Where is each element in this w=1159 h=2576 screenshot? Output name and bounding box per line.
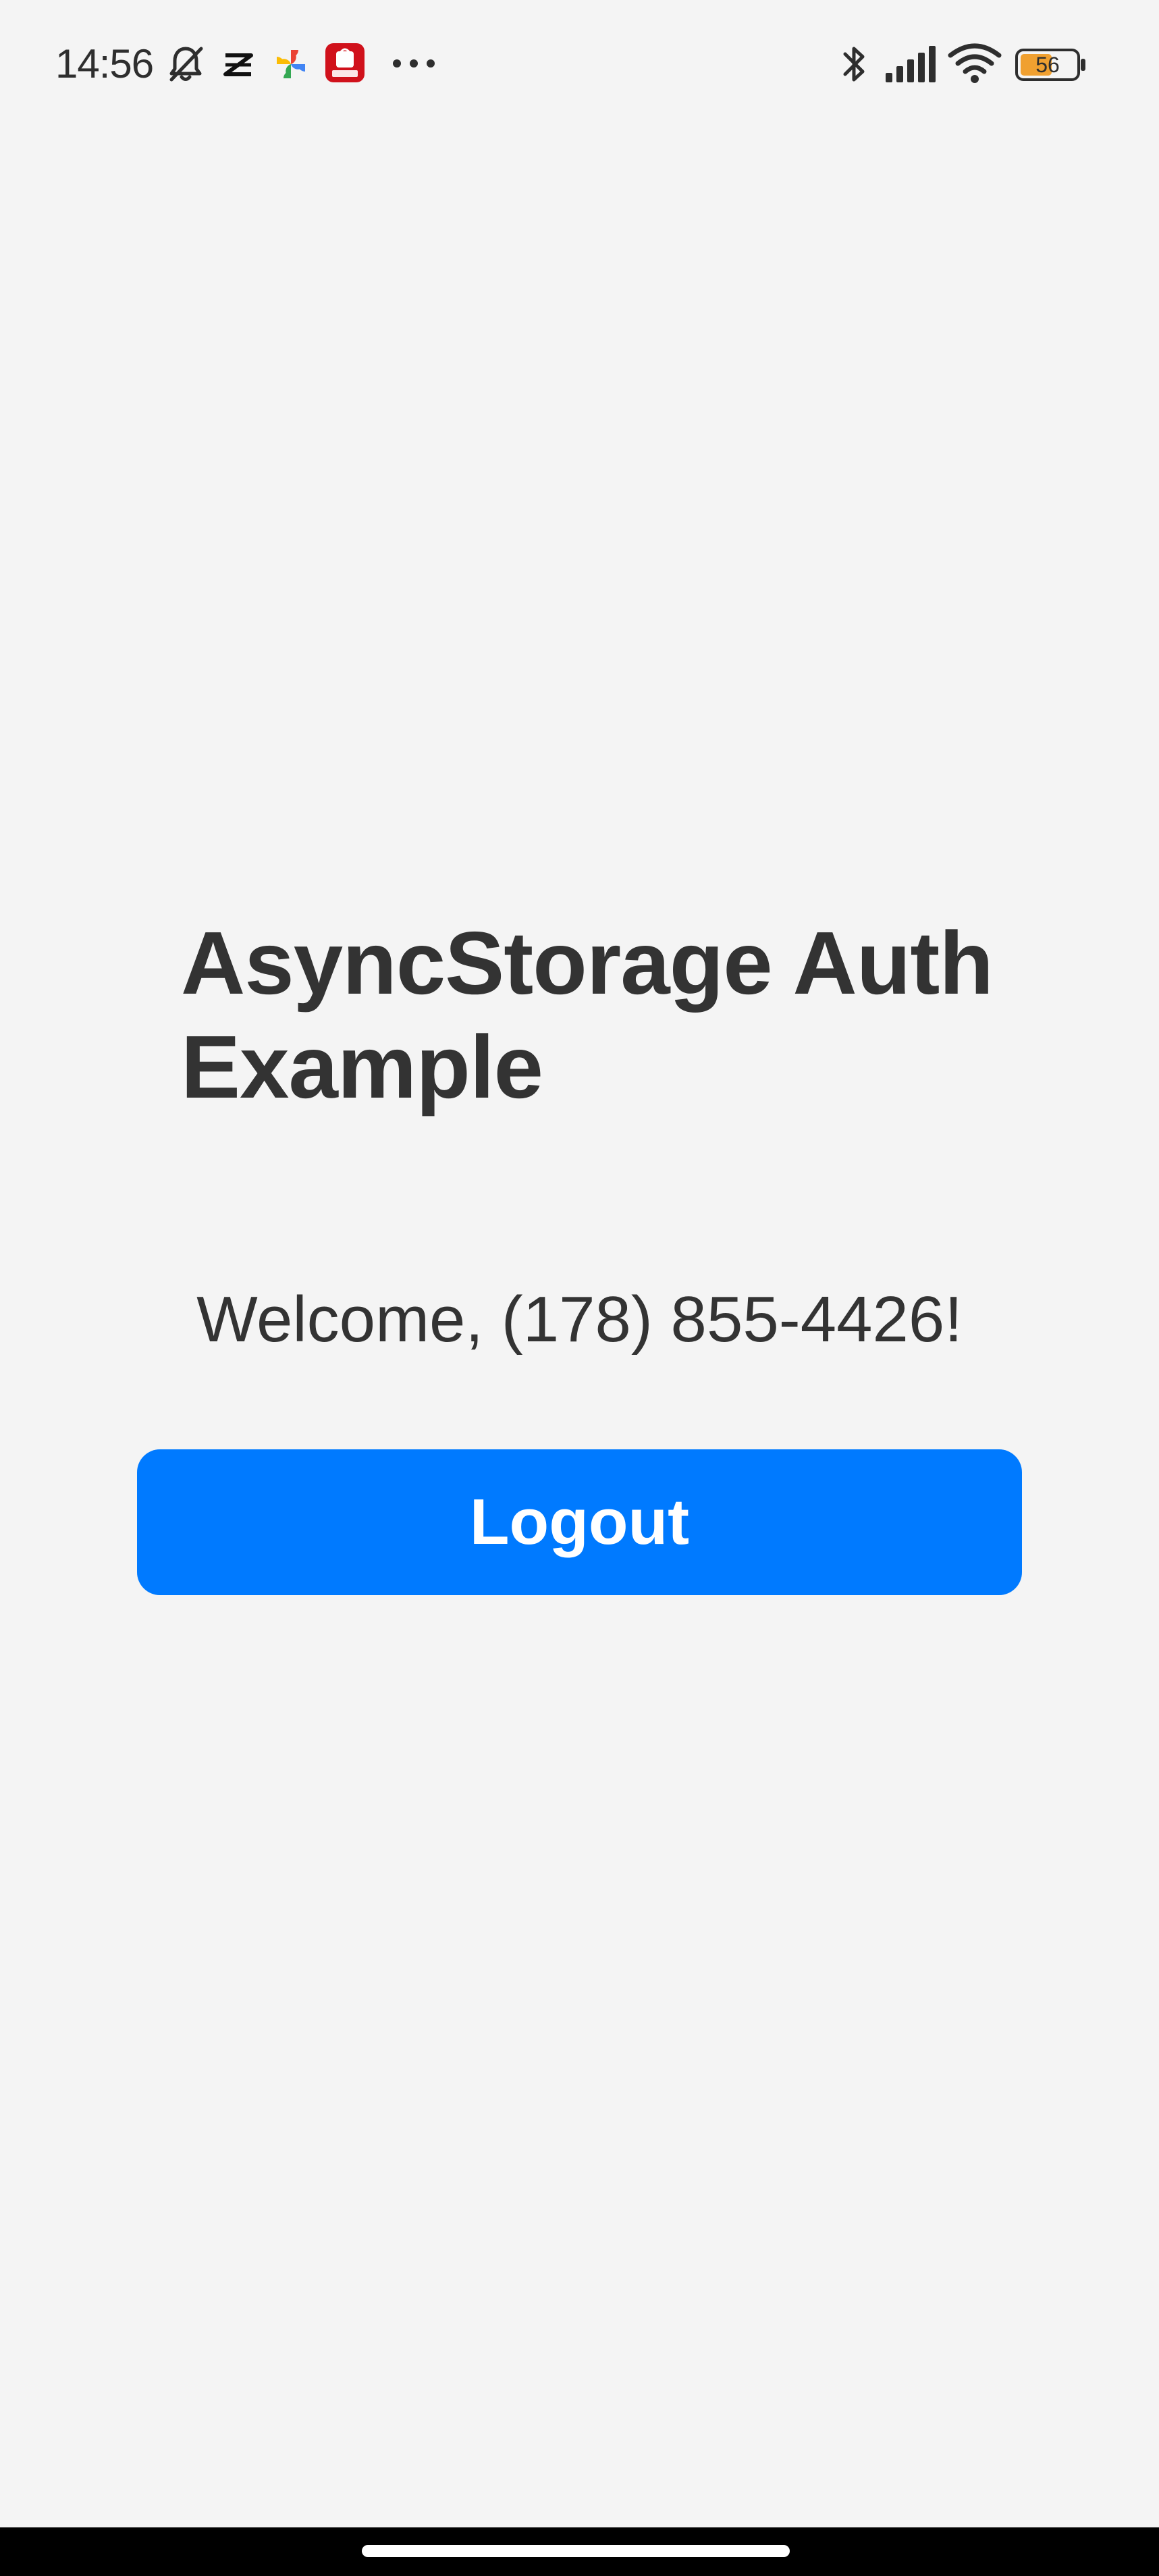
page-title: AsyncStorage Auth Example [181,913,994,1117]
shopee-icon [325,43,365,82]
signal-icon [886,46,936,82]
status-bar: 14:56 56 [0,0,1159,128]
battery-icon: 56 [1015,49,1087,81]
battery-level: 56 [1035,53,1060,77]
bell-muted-icon [169,47,203,82]
more-dots-icon [393,59,435,68]
status-time: 14:56 [55,41,154,86]
bluetooth-icon [843,47,865,82]
capcut-icon [223,53,253,76]
home-indicator[interactable] [362,2545,790,2557]
pinwheel-icon [277,50,305,78]
wifi-icon [948,43,1002,83]
welcome-message: Welcome, (178) 855-4426! [196,1283,963,1356]
navigation-bar [0,2527,1159,2576]
logout-button[interactable]: Logout [137,1449,1022,1595]
